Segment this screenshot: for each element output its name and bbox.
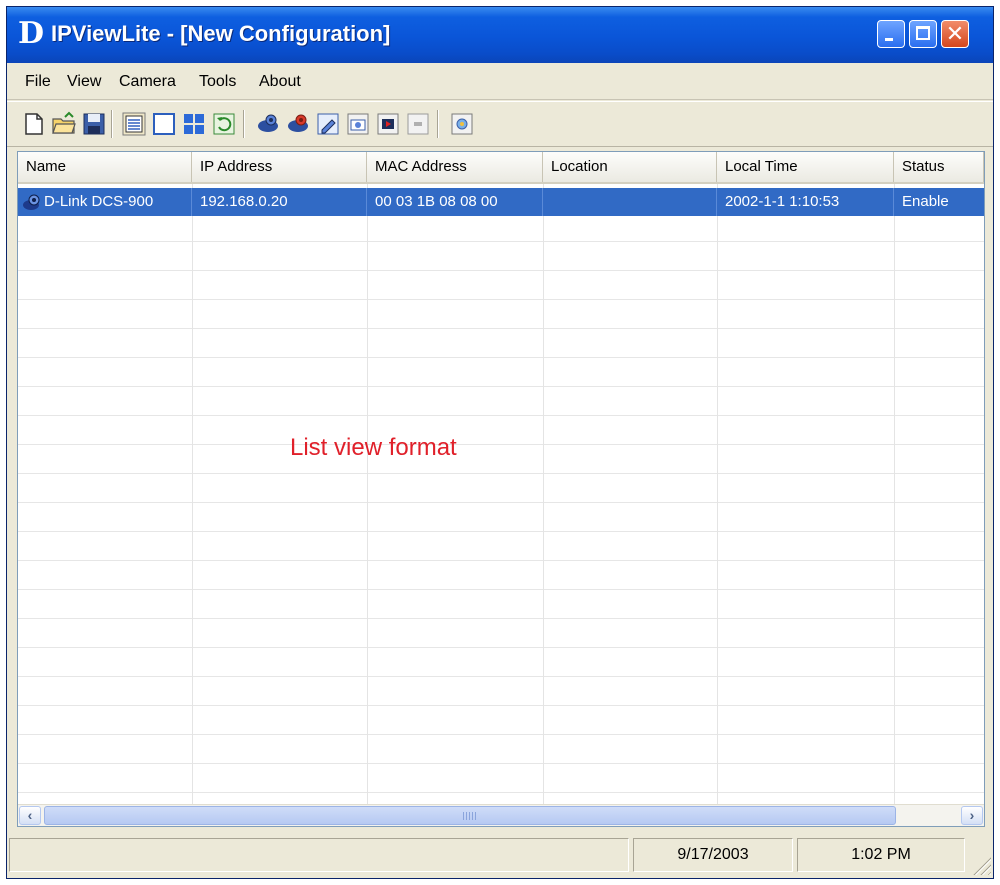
maximize-icon: [916, 26, 930, 40]
menu-about[interactable]: About: [259, 73, 301, 91]
camera-name: D-Link DCS-900: [44, 193, 154, 210]
edit-camera-icon[interactable]: [315, 111, 341, 137]
window-title: IPViewLite - [New Configuration]: [51, 21, 391, 46]
cell-ip: 192.168.0.20: [192, 188, 367, 216]
menu-bar: File View Camera Tools About: [7, 65, 993, 100]
scroll-right-button[interactable]: ›: [961, 806, 983, 825]
list-view-format-annotation: List view format: [290, 434, 457, 461]
title-bar[interactable]: D IPViewLite - [New Configuration] ✕: [7, 7, 993, 63]
add-camera-icon[interactable]: [255, 111, 281, 137]
column-header-location[interactable]: Location: [543, 152, 717, 182]
close-button[interactable]: ✕: [941, 20, 969, 48]
cell-name: D-Link DCS-900: [18, 188, 192, 216]
column-header-mac[interactable]: MAC Address: [367, 152, 543, 182]
cell-status: Enable: [902, 193, 949, 210]
status-bar: 9/17/2003 1:02 PM: [7, 833, 993, 878]
quad-view-icon[interactable]: [181, 111, 207, 137]
dlink-logo-icon: D: [17, 16, 44, 51]
menu-tools[interactable]: Tools: [199, 73, 236, 91]
save-icon[interactable]: [81, 111, 107, 137]
app-window: D IPViewLite - [New Configuration] ✕ Fil…: [6, 6, 994, 879]
cell-location: [543, 188, 717, 216]
column-header-name[interactable]: Name: [18, 152, 192, 182]
list-grid: [18, 184, 984, 804]
toolbar: [7, 101, 993, 147]
list-header: Name IP Address MAC Address Location Loc…: [18, 152, 984, 184]
resize-grip-icon[interactable]: [973, 857, 991, 875]
scroll-left-button[interactable]: ‹: [19, 806, 41, 825]
minimize-icon: [885, 38, 893, 41]
close-icon: ✕: [945, 21, 965, 46]
stop-icon[interactable]: [405, 111, 431, 137]
cell-local-time: 2002-1-1 1:10:53: [717, 188, 894, 216]
single-view-icon[interactable]: [151, 111, 177, 137]
status-time: 1:02 PM: [797, 838, 965, 872]
camera-icon: [23, 194, 40, 210]
column-header-status[interactable]: Status: [894, 152, 984, 182]
menu-view[interactable]: View: [67, 73, 101, 91]
refresh-icon[interactable]: [211, 111, 237, 137]
cell-mac: 00 03 1B 08 08 00: [367, 188, 543, 216]
list-view-icon[interactable]: [121, 111, 147, 137]
minimize-button[interactable]: [877, 20, 905, 48]
scroll-thumb[interactable]: [44, 806, 896, 825]
status-date: 9/17/2003: [633, 838, 793, 872]
column-header-ip[interactable]: IP Address: [192, 152, 367, 182]
status-message: [9, 838, 629, 872]
new-file-icon[interactable]: [21, 111, 47, 137]
record-icon[interactable]: [375, 111, 401, 137]
grip-icon: [463, 812, 477, 820]
column-header-local-time[interactable]: Local Time: [717, 152, 894, 182]
open-folder-icon[interactable]: [51, 111, 77, 137]
settings-icon[interactable]: [449, 111, 475, 137]
menu-camera[interactable]: Camera: [119, 73, 176, 91]
menu-file[interactable]: File: [25, 73, 51, 91]
remove-camera-icon[interactable]: [285, 111, 311, 137]
camera-list-view[interactable]: Name IP Address MAC Address Location Loc…: [17, 151, 985, 827]
table-row[interactable]: D-Link DCS-900 192.168.0.20 00 03 1B 08 …: [18, 188, 984, 216]
maximize-button[interactable]: [909, 20, 937, 48]
snapshot-icon[interactable]: [345, 111, 371, 137]
horizontal-scrollbar[interactable]: ‹ ›: [18, 804, 984, 826]
